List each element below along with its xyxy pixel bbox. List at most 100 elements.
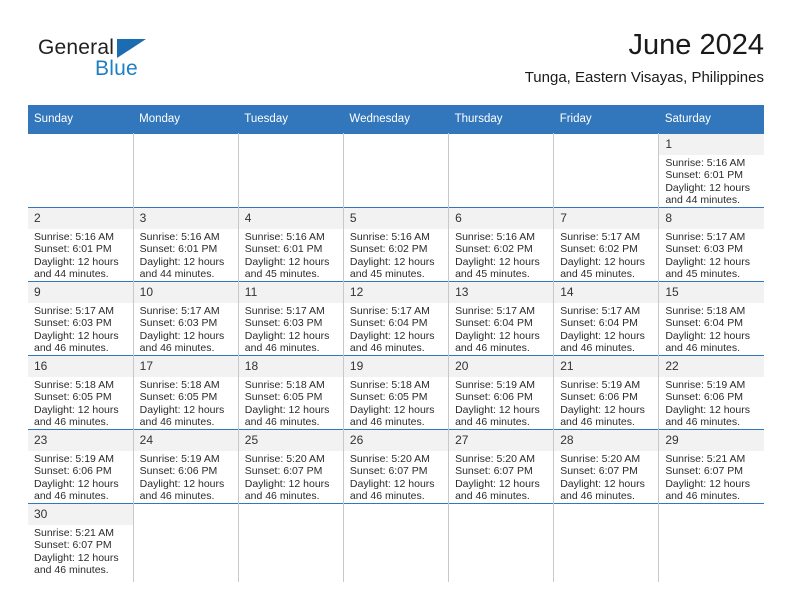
weekday-header-wednesday: Wednesday [343, 105, 449, 134]
calendar-day-cell[interactable]: 6 Sunrise: 5:16 AM Sunset: 6:02 PM Daylight… [448, 207, 555, 282]
daylight-text-line1: Daylight: 12 hours [665, 255, 750, 268]
day-details: Sunrise: 5:21 AM Sunset: 6:07 PM Daylight:… [659, 451, 764, 503]
sunrise-text: Sunrise: 5:18 AM [34, 379, 114, 391]
calendar-day-cell[interactable]: 18 Sunrise: 5:18 AM Sunset: 6:05 PM Dayligh… [238, 355, 344, 430]
sunrise-text: Sunrise: 5:17 AM [560, 231, 641, 243]
calendar-day-cell[interactable]: 17 Sunrise: 5:18 AM Sunset: 6:05 PM Dayligh… [133, 355, 239, 430]
calendar-day-cell[interactable]: 8 Sunrise: 5:17 AM Sunset: 6:03 PM Daylight… [658, 207, 764, 282]
calendar-day-cell-empty [238, 503, 344, 582]
sunrise-text: Sunrise: 5:21 AM [34, 527, 114, 539]
calendar-day-cell[interactable]: 22 Sunrise: 5:19 AM Sunset: 6:06 PM Dayligh… [658, 355, 764, 430]
day-details: Sunrise: 5:16 AM Sunset: 6:01 PM Daylight:… [659, 155, 764, 207]
calendar-day-cell[interactable]: 3 Sunrise: 5:16 AM Sunset: 6:01 PM Daylight… [133, 207, 239, 282]
calendar-day-cell[interactable]: 10 Sunrise: 5:17 AM Sunset: 6:03 PM Dayligh… [133, 281, 239, 356]
calendar-day-cell[interactable]: 7 Sunrise: 5:17 AM Sunset: 6:02 PM Daylight… [553, 207, 660, 282]
daylight-text-line1: Daylight: 12 hours [244, 329, 330, 342]
day-number: 26 [343, 430, 449, 451]
calendar-day-cell[interactable]: 14 Sunrise: 5:17 AM Sunset: 6:04 PM Dayligh… [553, 281, 660, 356]
calendar-day-cell[interactable]: 15 Sunrise: 5:18 AM Sunset: 6:04 PM Dayligh… [658, 281, 764, 356]
calendar-day-cell-empty [133, 133, 239, 208]
calendar-day-cell[interactable]: 19 Sunrise: 5:18 AM Sunset: 6:05 PM Dayligh… [343, 355, 450, 430]
daylight-text-line2: and 44 minutes. [34, 268, 109, 281]
calendar-day-cell[interactable]: 20 Sunrise: 5:19 AM Sunset: 6:06 PM Dayligh… [448, 355, 555, 430]
calendar-day-cell[interactable]: 29 Sunrise: 5:21 AM Sunset: 6:07 PM Dayligh… [658, 429, 764, 504]
daylight-text-line2: and 46 minutes. [244, 416, 320, 429]
calendar-day-cell[interactable]: 24 Sunrise: 5:19 AM Sunset: 6:06 PM Dayligh… [133, 429, 239, 504]
sunset-text: Sunset: 6:01 PM [244, 243, 323, 256]
location-subtitle: Tunga, Eastern Visayas, Philippines [524, 69, 764, 86]
calendar-day-cell[interactable]: 1 Sunrise: 5:16 AM Sunset: 6:01 PM Daylight… [658, 133, 764, 208]
day-details: Sunrise: 5:19 AM Sunset: 6:06 PM Daylight:… [554, 377, 658, 429]
daylight-text-line2: and 46 minutes. [34, 564, 109, 577]
calendar-day-cell[interactable]: 9 Sunrise: 5:17 AM Sunset: 6:03 PM Daylight… [28, 281, 134, 356]
calendar-day-cell[interactable]: 27 Sunrise: 5:20 AM Sunset: 6:07 PM Dayligh… [448, 429, 555, 504]
day-number: 18 [238, 356, 343, 377]
calendar-day-cell[interactable]: 4 Sunrise: 5:16 AM Sunset: 6:01 PM Daylight… [238, 207, 344, 282]
calendar-day-cell[interactable]: 2 Sunrise: 5:16 AM Sunset: 6:01 PM Daylight… [28, 207, 134, 282]
sunrise-text: Sunrise: 5:18 AM [665, 305, 746, 317]
daylight-text-line2: and 46 minutes. [455, 490, 530, 503]
sunrise-text: Sunrise: 5:18 AM [139, 379, 220, 391]
day-details: Sunrise: 5:17 AM Sunset: 6:04 PM Daylight:… [344, 303, 448, 355]
sunrise-text: Sunrise: 5:19 AM [665, 379, 746, 391]
daylight-text-line1: Daylight: 12 hours [139, 403, 225, 416]
day-number: 5 [343, 208, 449, 229]
daylight-text-line1: Daylight: 12 hours [244, 255, 330, 268]
calendar-week-row: 2 Sunrise: 5:16 AM Sunset: 6:01 PM Daylight… [28, 207, 764, 282]
day-number: 30 [28, 504, 133, 525]
daylight-text-line2: and 46 minutes. [34, 416, 109, 429]
calendar-day-cell[interactable]: 5 Sunrise: 5:16 AM Sunset: 6:02 PM Daylight… [343, 207, 450, 282]
calendar-day-cell-empty [658, 503, 764, 582]
daylight-text-line1: Daylight: 12 hours [455, 403, 540, 416]
daylight-text-line2: and 46 minutes. [560, 490, 635, 503]
calendar-day-cell[interactable]: 11 Sunrise: 5:17 AM Sunset: 6:03 PM Dayligh… [238, 281, 344, 356]
daylight-text-line1: Daylight: 12 hours [139, 255, 225, 268]
calendar-day-cell[interactable]: 16 Sunrise: 5:18 AM Sunset: 6:05 PM Dayligh… [28, 355, 134, 430]
daylight-text-line2: and 46 minutes. [665, 490, 741, 503]
day-details: Sunrise: 5:19 AM Sunset: 6:06 PM Daylight:… [28, 451, 133, 503]
sunrise-text: Sunrise: 5:20 AM [560, 453, 641, 465]
sunrise-text: Sunrise: 5:17 AM [455, 305, 536, 317]
daylight-text-line1: Daylight: 12 hours [455, 329, 540, 342]
daylight-text-line2: and 46 minutes. [139, 416, 215, 429]
calendar-day-cell[interactable]: 12 Sunrise: 5:17 AM Sunset: 6:04 PM Dayligh… [343, 281, 450, 356]
daylight-text-line2: and 46 minutes. [665, 342, 741, 355]
calendar-day-cell[interactable]: 26 Sunrise: 5:20 AM Sunset: 6:07 PM Dayligh… [343, 429, 450, 504]
calendar-day-cell-empty [238, 133, 344, 208]
daylight-text-line1: Daylight: 12 hours [34, 551, 119, 564]
calendar-day-cell[interactable]: 13 Sunrise: 5:17 AM Sunset: 6:04 PM Dayligh… [448, 281, 555, 356]
day-number: 21 [554, 356, 659, 377]
sunset-text: Sunset: 6:07 PM [560, 465, 638, 478]
sunset-text: Sunset: 6:05 PM [34, 391, 112, 404]
day-details: Sunrise: 5:19 AM Sunset: 6:06 PM Daylight:… [659, 377, 764, 429]
day-details: Sunrise: 5:17 AM Sunset: 6:04 PM Daylight:… [554, 303, 658, 355]
sunset-text: Sunset: 6:03 PM [665, 243, 743, 256]
day-details: Sunrise: 5:19 AM Sunset: 6:06 PM Daylight:… [134, 451, 238, 503]
sunset-text: Sunset: 6:06 PM [560, 391, 638, 404]
daylight-text-line2: and 45 minutes. [349, 268, 425, 281]
sunrise-text: Sunrise: 5:16 AM [349, 231, 430, 243]
sunrise-text: Sunrise: 5:17 AM [34, 305, 114, 317]
calendar-week-row: 1 Sunrise: 5:16 AM Sunset: 6:01 PM Daylight… [28, 133, 764, 208]
sunrise-text: Sunrise: 5:19 AM [34, 453, 114, 465]
weekday-header-friday: Friday [553, 105, 659, 134]
calendar-day-cell[interactable]: 23 Sunrise: 5:19 AM Sunset: 6:06 PM Dayligh… [28, 429, 134, 504]
daylight-text-line1: Daylight: 12 hours [34, 329, 119, 342]
daylight-text-line1: Daylight: 12 hours [349, 403, 435, 416]
day-number: 22 [659, 356, 764, 377]
calendar-week-row: 16 Sunrise: 5:18 AM Sunset: 6:05 PM Dayligh… [28, 355, 764, 430]
day-details: Sunrise: 5:16 AM Sunset: 6:02 PM Daylight:… [344, 229, 448, 281]
general-blue-logo[interactable]: General Blue [38, 36, 208, 92]
day-details: Sunrise: 5:20 AM Sunset: 6:07 PM Daylight:… [344, 451, 448, 503]
calendar-day-cell[interactable]: 25 Sunrise: 5:20 AM Sunset: 6:07 PM Dayligh… [238, 429, 344, 504]
daylight-text-line1: Daylight: 12 hours [455, 255, 540, 268]
daylight-text-line2: and 46 minutes. [139, 490, 215, 503]
day-number: 11 [238, 282, 343, 303]
calendar-day-cell[interactable]: 30 Sunrise: 5:21 AM Sunset: 6:07 PM Dayligh… [28, 503, 134, 582]
calendar-day-cell[interactable]: 28 Sunrise: 5:20 AM Sunset: 6:07 PM Dayligh… [553, 429, 660, 504]
daylight-text-line2: and 46 minutes. [455, 416, 530, 429]
daylight-text-line1: Daylight: 12 hours [560, 255, 645, 268]
sunrise-text: Sunrise: 5:17 AM [349, 305, 430, 317]
day-number: 2 [28, 208, 133, 229]
calendar-day-cell[interactable]: 21 Sunrise: 5:19 AM Sunset: 6:06 PM Dayligh… [553, 355, 660, 430]
